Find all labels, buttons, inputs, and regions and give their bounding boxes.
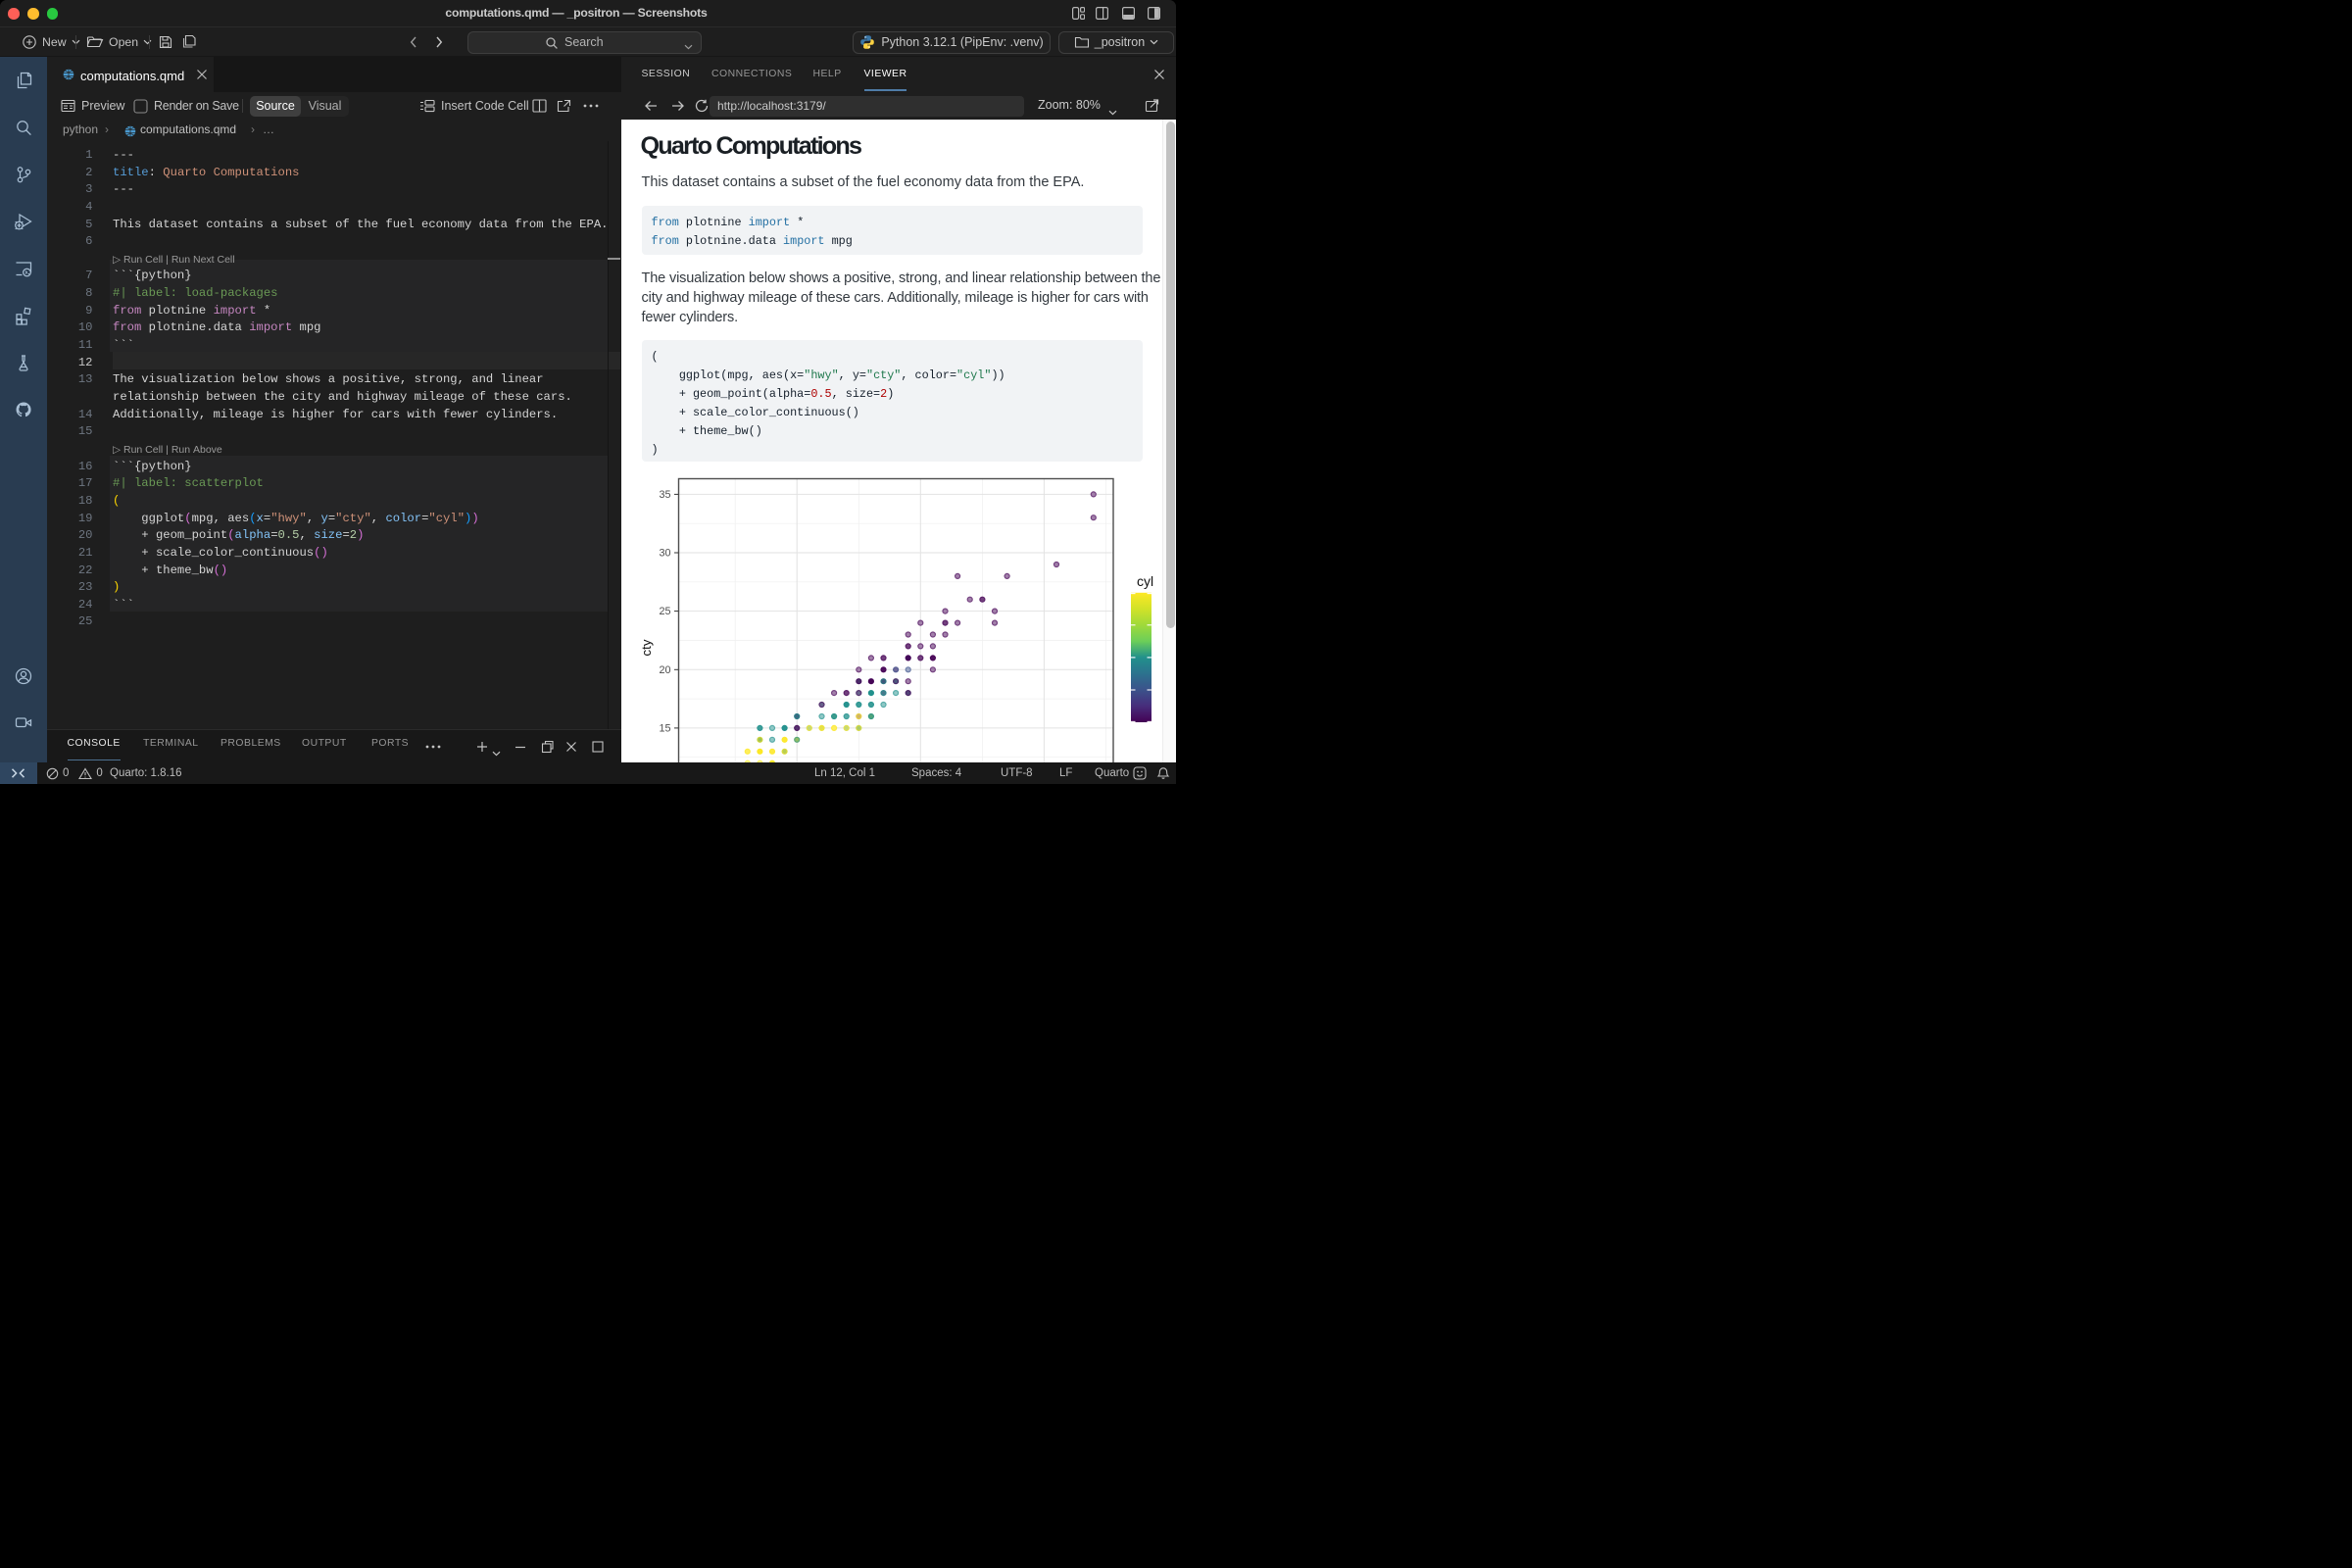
svg-text:20: 20 (659, 664, 670, 676)
svg-text:cty: cty (639, 639, 654, 656)
svg-text:30: 30 (659, 548, 670, 560)
svg-text:25: 25 (659, 606, 670, 617)
svg-text:cyl: cyl (1137, 573, 1153, 589)
svg-text:15: 15 (659, 723, 670, 735)
svg-text:35: 35 (659, 489, 670, 501)
